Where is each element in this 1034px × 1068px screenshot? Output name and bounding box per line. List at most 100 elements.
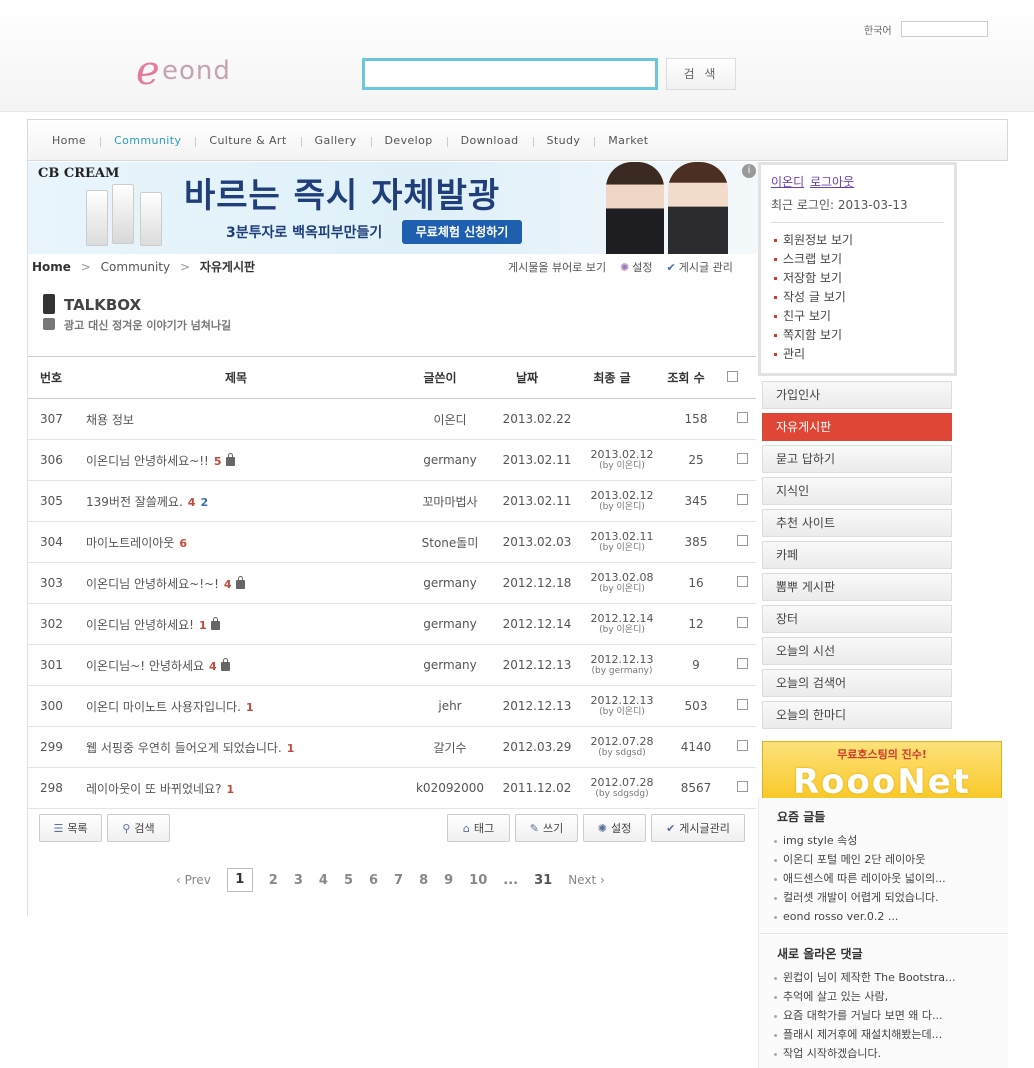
comment-count[interactable]: 6: [179, 537, 187, 550]
comment-count[interactable]: 1: [199, 619, 207, 632]
recent-post-link[interactable]: 컬러셋 개발이 어렵게 되었습니다.: [773, 888, 999, 907]
post-title-link[interactable]: 이온디님~! 안녕하세요: [86, 659, 204, 673]
row-checkbox[interactable]: [728, 535, 756, 549]
recent-comment-link[interactable]: 작업 시작하겠습니다.: [773, 1044, 999, 1063]
comment-count[interactable]: 1: [226, 783, 234, 796]
board-menu-item[interactable]: 추천 사이트: [762, 509, 952, 537]
page-link[interactable]: 10: [469, 873, 487, 888]
row-checkbox[interactable]: [728, 740, 756, 754]
member-menu-link[interactable]: 회원정보 보기: [771, 231, 944, 250]
last-page[interactable]: 31: [534, 873, 552, 888]
row-checkbox[interactable]: [728, 617, 756, 631]
page-link[interactable]: 7: [394, 873, 403, 888]
select-all-checkbox[interactable]: [718, 370, 746, 385]
search-input[interactable]: [362, 58, 658, 90]
nav-item-develop[interactable]: Develop: [370, 134, 447, 147]
comment-count[interactable]: 1: [246, 701, 254, 714]
page-link[interactable]: 9: [444, 873, 453, 888]
prev-page[interactable]: ‹ Prev: [176, 873, 211, 887]
recent-post-link[interactable]: 애드센스에 따른 레이아웃 넓이의...: [773, 869, 999, 888]
comment-count[interactable]: 4: [224, 578, 232, 591]
row-checkbox[interactable]: [728, 453, 756, 467]
post-title-link[interactable]: 레이아웃이 또 바뀌었네요?: [86, 782, 221, 796]
board-menu-item[interactable]: 묻고 답하기: [762, 445, 952, 473]
row-author[interactable]: germany: [406, 617, 494, 631]
row-author[interactable]: germany: [406, 576, 494, 590]
row-checkbox[interactable]: [728, 576, 756, 590]
board-menu-item[interactable]: 오늘의 시선: [762, 637, 952, 665]
comment-count[interactable]: 4: [188, 496, 196, 509]
search-board-button[interactable]: ⚲ 검색: [107, 814, 170, 842]
post-title-link[interactable]: 채용 정보: [86, 413, 134, 427]
row-checkbox[interactable]: [728, 412, 756, 426]
post-title-link[interactable]: 139버전 잘쓸께요.: [86, 495, 183, 509]
member-menu-link[interactable]: 쪽지함 보기: [771, 326, 944, 345]
member-menu-link[interactable]: 관리: [771, 345, 944, 364]
recent-post-link[interactable]: img style 속성: [773, 831, 999, 850]
row-author[interactable]: germany: [406, 453, 494, 467]
breadcrumb-community[interactable]: Community: [101, 260, 170, 274]
page-link[interactable]: 3: [294, 873, 303, 888]
list-button[interactable]: ☰ 목록: [39, 814, 102, 842]
comment-count[interactable]: 1: [287, 742, 295, 755]
nav-item-culture-art[interactable]: Culture & Art: [195, 134, 300, 147]
username-link[interactable]: 이온디: [771, 175, 804, 189]
write-button[interactable]: ✎ 쓰기: [515, 814, 578, 842]
nav-item-download[interactable]: Download: [446, 134, 533, 147]
board-menu-item[interactable]: 가입인사: [762, 381, 952, 409]
tag-button[interactable]: ⌂ 태그: [447, 814, 510, 842]
member-menu-link[interactable]: 저장함 보기: [771, 269, 944, 288]
board-menu-item[interactable]: 자유게시판: [762, 413, 952, 441]
settings-link[interactable]: ✺ 설정: [620, 259, 652, 275]
manage-button[interactable]: ✔ 게시글관리: [651, 814, 745, 842]
nav-item-study[interactable]: Study: [532, 134, 595, 147]
recent-comment-link[interactable]: 윈컵이 님이 제작한 The Bootstra...: [773, 968, 999, 987]
recent-post-link[interactable]: eond rosso ver.0.2 ...: [773, 907, 999, 926]
board-menu-item[interactable]: 장터: [762, 605, 952, 633]
row-checkbox[interactable]: [728, 781, 756, 795]
row-author[interactable]: 갈기수: [406, 739, 494, 756]
search-button[interactable]: 검 색: [666, 58, 736, 90]
nav-item-market[interactable]: Market: [594, 134, 662, 147]
page-link[interactable]: 1: [226, 868, 253, 892]
page-link[interactable]: 4: [319, 873, 328, 888]
recent-comment-link[interactable]: 요즘 대학가를 거닐다 보면 왜 다...: [773, 1006, 999, 1025]
row-author[interactable]: Stone돌미: [406, 534, 494, 551]
recent-comment-link[interactable]: 플래시 제거후에 재설치해봤는데...: [773, 1025, 999, 1044]
recent-comment-link[interactable]: 추억에 살고 있는 사람,: [773, 987, 999, 1006]
row-checkbox[interactable]: [728, 658, 756, 672]
page-link[interactable]: 5: [344, 873, 353, 888]
board-menu-item[interactable]: 지식인: [762, 477, 952, 505]
comment-count[interactable]: 5: [214, 455, 222, 468]
page-link[interactable]: 8: [419, 873, 428, 888]
nav-item-gallery[interactable]: Gallery: [300, 134, 371, 147]
ad-banner[interactable]: CB CREAM 바르는 즉시 자체발광 3분투자로 백옥피부만들기 무료체험 …: [28, 162, 758, 254]
comment-count[interactable]: 4: [209, 660, 217, 673]
breadcrumb-current[interactable]: 자유게시판: [200, 260, 255, 274]
hosting-ad[interactable]: 무료호스팅의 진수! RoooNet: [762, 741, 1002, 799]
board-menu-item[interactable]: 뽐뿌 게시판: [762, 573, 952, 601]
view-mode-link[interactable]: 게시물을 뷰어로 보기: [508, 259, 606, 275]
next-page[interactable]: Next ›: [568, 873, 605, 887]
row-author[interactable]: 이온디: [406, 411, 494, 428]
row-author[interactable]: k02092000: [406, 781, 494, 795]
nav-item-community[interactable]: Community: [100, 134, 195, 147]
settings-button[interactable]: ✺ 설정: [583, 814, 646, 842]
member-menu-link[interactable]: 작성 글 보기: [771, 288, 944, 307]
breadcrumb-home[interactable]: Home: [32, 260, 71, 274]
language-select[interactable]: [901, 21, 988, 37]
banner-cta-button[interactable]: 무료체험 신청하기: [402, 220, 522, 244]
post-title-link[interactable]: 웹 서핑중 우연히 들어오게 되었습니다.: [86, 741, 282, 755]
post-title-link[interactable]: 이온디 마이노트 사용자입니다.: [86, 700, 241, 714]
member-menu-link[interactable]: 스크랩 보기: [771, 250, 944, 269]
board-menu-item[interactable]: 오늘의 한마디: [762, 701, 952, 729]
logout-link[interactable]: 로그아웃: [810, 175, 854, 189]
post-title-link[interactable]: 이온디님 안녕하세요~!~!: [86, 577, 219, 591]
board-menu-item[interactable]: 오늘의 검색어: [762, 669, 952, 697]
row-author[interactable]: germany: [406, 658, 494, 672]
post-title-link[interactable]: 이온디님 안녕하세요!: [86, 618, 194, 632]
page-link[interactable]: 6: [369, 873, 378, 888]
board-menu-item[interactable]: 카페: [762, 541, 952, 569]
post-title-link[interactable]: 이온디님 안녕하세요~!!: [86, 454, 209, 468]
nav-item-home[interactable]: Home: [52, 134, 100, 147]
